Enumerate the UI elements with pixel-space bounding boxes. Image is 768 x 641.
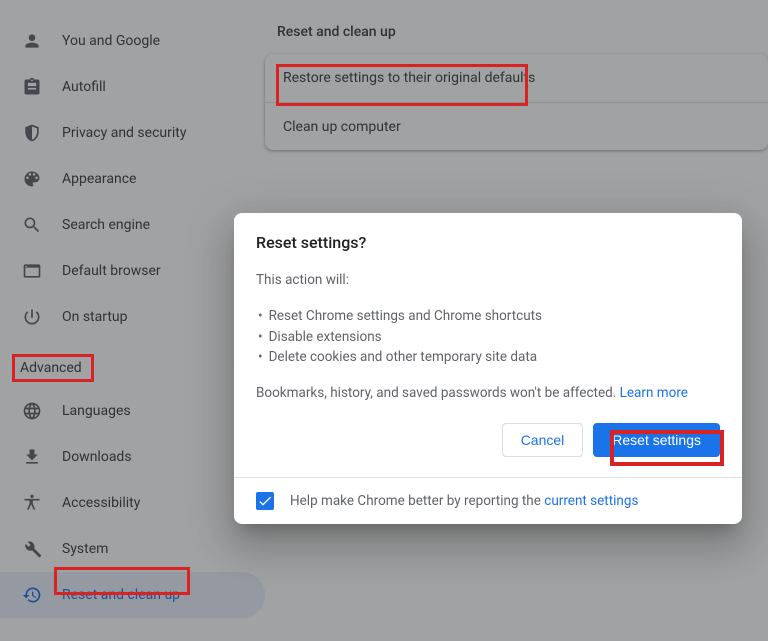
sidebar-item-label: On startup — [62, 309, 128, 325]
sidebar-item-default-browser[interactable]: Default browser — [0, 248, 265, 294]
dialog-footer-text: Help make Chrome better by reporting the… — [290, 493, 638, 509]
dialog-bullet: Reset Chrome settings and Chrome shortcu… — [256, 306, 720, 326]
row-clean-up-computer[interactable]: Clean up computer — [265, 102, 768, 150]
sidebar-item-reset-and-clean-up[interactable]: Reset and clean up — [0, 572, 265, 618]
sidebar-item-label: Autofill — [62, 79, 106, 95]
sidebar-item-autofill[interactable]: Autofill — [0, 64, 265, 110]
sidebar-item-accessibility[interactable]: Accessibility — [0, 480, 265, 526]
settings-sidebar: You and Google Autofill Privacy and secu… — [0, 0, 265, 641]
reset-settings-button[interactable]: Reset settings — [593, 423, 720, 457]
sidebar-item-label: System — [62, 541, 108, 557]
sidebar-item-downloads[interactable]: Downloads — [0, 434, 265, 480]
browser-icon — [20, 259, 44, 283]
download-icon — [20, 445, 44, 469]
sidebar-item-label: Downloads — [62, 449, 132, 465]
sidebar-item-you-and-google[interactable]: You and Google — [0, 18, 265, 64]
row-restore-defaults[interactable]: Restore settings to their original defau… — [265, 54, 768, 102]
section-title: Reset and clean up — [265, 24, 768, 40]
sidebar-item-label: Privacy and security — [62, 125, 186, 141]
sidebar-item-label: Appearance — [62, 171, 136, 187]
advanced-section-toggle[interactable]: Advanced — [0, 348, 265, 388]
row-label: Clean up computer — [283, 119, 401, 135]
check-icon — [257, 493, 273, 509]
sidebar-item-label: Default browser — [62, 263, 161, 279]
sidebar-item-on-startup[interactable]: On startup — [0, 294, 265, 340]
palette-icon — [20, 167, 44, 191]
sidebar-item-privacy-and-security[interactable]: Privacy and security — [0, 110, 265, 156]
report-settings-checkbox[interactable] — [256, 492, 274, 510]
wrench-icon — [20, 537, 44, 561]
person-icon — [20, 29, 44, 53]
sidebar-item-languages[interactable]: Languages — [0, 388, 265, 434]
dialog-note: Bookmarks, history, and saved passwords … — [256, 383, 720, 403]
dialog-title: Reset settings? — [256, 233, 720, 252]
reset-settings-dialog: Reset settings? This action will: Reset … — [234, 213, 742, 524]
current-settings-link[interactable]: current settings — [544, 493, 638, 509]
learn-more-link[interactable]: Learn more — [620, 385, 688, 401]
accessibility-icon — [20, 491, 44, 515]
dialog-intro: This action will: — [256, 270, 720, 290]
shield-icon — [20, 121, 44, 145]
advanced-label: Advanced — [20, 360, 82, 376]
sidebar-item-system[interactable]: System — [0, 526, 265, 572]
dialog-bullet-list: Reset Chrome settings and Chrome shortcu… — [256, 306, 720, 367]
globe-icon — [20, 399, 44, 423]
dialog-bullet: Disable extensions — [256, 327, 720, 347]
sidebar-item-label: You and Google — [62, 33, 160, 49]
sidebar-item-search-engine[interactable]: Search engine — [0, 202, 265, 248]
search-icon — [20, 213, 44, 237]
sidebar-item-label: Reset and clean up — [62, 587, 180, 603]
reset-card: Restore settings to their original defau… — [265, 54, 768, 150]
clipboard-icon — [20, 75, 44, 99]
sidebar-item-appearance[interactable]: Appearance — [0, 156, 265, 202]
sidebar-item-label: Search engine — [62, 217, 150, 233]
cancel-button[interactable]: Cancel — [502, 423, 584, 457]
sidebar-item-label: Accessibility — [62, 495, 140, 511]
restore-icon — [20, 583, 44, 607]
row-label: Restore settings to their original defau… — [283, 70, 535, 86]
power-icon — [20, 305, 44, 329]
sidebar-item-label: Languages — [62, 403, 131, 419]
dialog-bullet: Delete cookies and other temporary site … — [256, 347, 720, 367]
